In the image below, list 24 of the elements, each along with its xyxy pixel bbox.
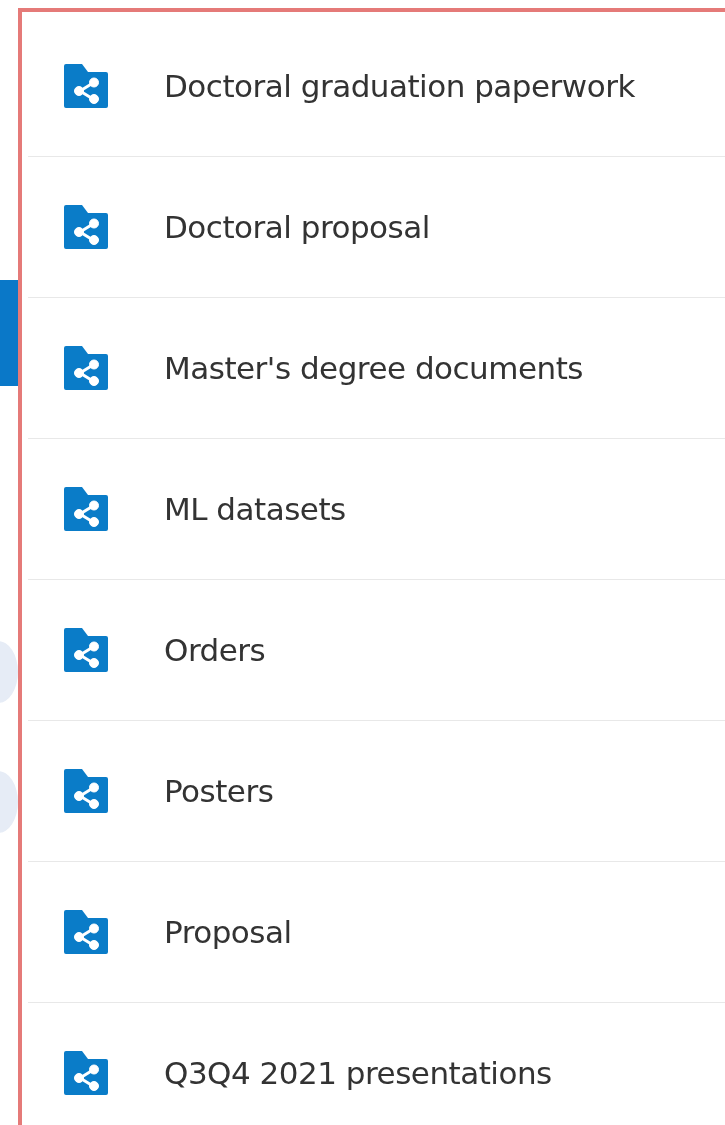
folder-row[interactable]: Doctoral graduation paperwork <box>28 16 725 157</box>
folder-name: Master's degree documents <box>164 350 583 386</box>
folder-row[interactable]: Master's degree documents <box>28 298 725 439</box>
folder-name: ML datasets <box>164 491 346 527</box>
folder-row[interactable]: Q3Q4 2021 presentations <box>28 1003 725 1125</box>
folder-row[interactable]: Posters <box>28 721 725 862</box>
shared-folder-icon <box>64 346 108 390</box>
shared-folder-icon <box>64 205 108 249</box>
shared-folder-icon <box>64 64 108 108</box>
folder-name: Doctoral proposal <box>164 209 430 245</box>
folder-row[interactable]: Doctoral proposal <box>28 157 725 298</box>
folder-row[interactable]: Orders <box>28 580 725 721</box>
shared-folder-icon <box>64 1051 108 1095</box>
folder-row[interactable]: Proposal <box>28 862 725 1003</box>
shared-folder-icon <box>64 487 108 531</box>
folder-name: Orders <box>164 632 266 668</box>
shared-folder-icon <box>64 769 108 813</box>
folder-name: Proposal <box>164 914 292 950</box>
folder-row[interactable]: ML datasets <box>28 439 725 580</box>
folder-name: Doctoral graduation paperwork <box>164 68 635 104</box>
shared-folder-icon <box>64 628 108 672</box>
shared-folder-icon <box>64 910 108 954</box>
folder-name: Posters <box>164 773 274 809</box>
folder-name: Q3Q4 2021 presentations <box>164 1055 552 1091</box>
